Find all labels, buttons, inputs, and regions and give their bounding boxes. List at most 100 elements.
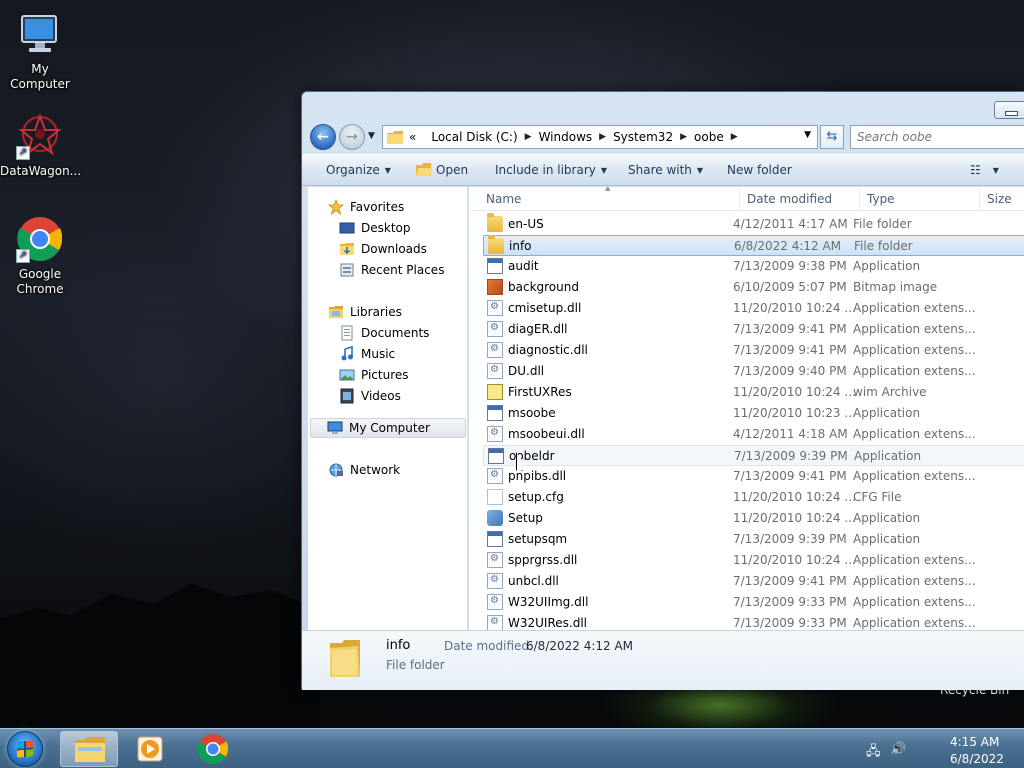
file-row[interactable]: W32UIImg.dll 7/13/2009 9:33 PM Application… bbox=[483, 592, 1024, 613]
file-type: Application extens... bbox=[853, 301, 976, 315]
breadcrumb-item-local-disk[interactable]: Local Disk (C:) bbox=[431, 130, 517, 144]
file-name: msoobeui.dll bbox=[508, 427, 585, 441]
file-name: FirstUXRes bbox=[508, 385, 572, 399]
recent-pages-dropdown[interactable]: ▼ bbox=[368, 131, 375, 141]
file-row[interactable]: spprgrss.dll 11/20/2010 10:24 ...Applicat… bbox=[483, 550, 1024, 571]
breadcrumb-item-system32[interactable]: System32 bbox=[613, 130, 673, 144]
file-row[interactable]: DU.dll 7/13/2009 9:40 PM Application exten… bbox=[483, 361, 1024, 382]
file-name: en-US bbox=[508, 217, 544, 231]
column-header-row: ▲ Name Date modified Type Size bbox=[469, 187, 1024, 211]
taskbar-explorer-button[interactable] bbox=[60, 731, 118, 767]
file-row[interactable]: unbcl.dll 7/13/2009 9:41 PM Application ex… bbox=[483, 571, 1024, 592]
open-button[interactable]: Open bbox=[416, 163, 468, 177]
breadcrumb-prefix[interactable]: « bbox=[409, 130, 416, 144]
file-row[interactable]: Setup 11/20/2010 10:24 ...Application 2 bbox=[483, 508, 1024, 529]
desktop-icon-datawagon[interactable]: ↗ DataWagon... bbox=[0, 112, 82, 179]
nav-item-my-computer[interactable]: My Computer bbox=[310, 418, 466, 438]
column-divider[interactable] bbox=[979, 187, 980, 211]
file-row[interactable]: audit 7/13/2009 9:38 PM Application bbox=[483, 256, 1024, 277]
file-type: Application extens... bbox=[853, 616, 976, 630]
chevron-right-icon[interactable]: ▶ bbox=[680, 132, 687, 142]
file-row[interactable]: setupsqm 7/13/2009 9:39 PM Application bbox=[483, 529, 1024, 550]
file-row[interactable]: diagER.dll 7/13/2009 9:41 PM Application e… bbox=[483, 319, 1024, 340]
file-row[interactable]: en-US 4/12/2011 4:17 AM File folder bbox=[483, 213, 1024, 235]
chrome-icon: ↗ bbox=[16, 215, 64, 263]
include-in-library-button[interactable]: Include in library ▼ bbox=[495, 163, 607, 177]
start-button[interactable] bbox=[7, 731, 43, 767]
file-date-modified: 7/13/2009 9:41 PM bbox=[733, 574, 847, 588]
dll-icon bbox=[487, 573, 503, 589]
file-row[interactable]: background 6/10/2009 5:07 PM Bitmap image 2… bbox=[483, 277, 1024, 298]
column-divider[interactable] bbox=[859, 187, 860, 211]
title-bar[interactable] bbox=[302, 92, 1024, 122]
taskbar: 🖧 🔊 4:15 AM 6/8/2022 bbox=[0, 728, 1024, 768]
organize-button[interactable]: Organize ▼ bbox=[326, 163, 391, 177]
minimize-button[interactable] bbox=[994, 101, 1024, 119]
new-folder-button[interactable]: New folder bbox=[727, 163, 792, 177]
nav-item-libraries[interactable]: Libraries bbox=[328, 302, 486, 322]
network-tray-icon[interactable]: 🖧 bbox=[866, 742, 881, 764]
column-header-type[interactable]: Type bbox=[867, 192, 895, 206]
column-header-date-modified[interactable]: Date modified bbox=[747, 192, 832, 206]
dll-icon bbox=[487, 363, 503, 379]
file-type: CFG File bbox=[853, 490, 902, 504]
file-name: background bbox=[508, 280, 579, 294]
share-with-label: Share with bbox=[628, 163, 692, 177]
breadcrumb-item-oobe[interactable]: oobe bbox=[694, 130, 724, 144]
search-input[interactable] bbox=[850, 125, 1024, 149]
file-row[interactable]: setup.cfg 11/20/2010 10:24 ... CFG File bbox=[483, 487, 1024, 508]
nav-item-network[interactable]: Network bbox=[328, 460, 486, 480]
file-date-modified: 7/13/2009 9:33 PM bbox=[733, 616, 847, 630]
taskbar-media-player-button[interactable] bbox=[122, 731, 180, 767]
clock-date[interactable]: 6/8/2022 bbox=[950, 752, 1004, 766]
share-with-button[interactable]: Share with ▼ bbox=[628, 163, 703, 177]
explorer-window: ← → ▼ « Local Disk (C:) ▶ Windows ▶ Syst… bbox=[301, 91, 1024, 690]
column-header-size[interactable]: Size bbox=[987, 192, 1012, 206]
chevron-right-icon[interactable]: ▶ bbox=[599, 132, 606, 142]
file-row[interactable]: cmisetup.dll 11/20/2010 10:24 ...Applicat… bbox=[483, 298, 1024, 319]
chevron-right-icon[interactable]: ▶ bbox=[731, 132, 738, 142]
nav-item-favorites[interactable]: Favorites bbox=[327, 197, 486, 217]
file-name: unbcl.dll bbox=[508, 574, 559, 588]
file-size: 2,30 bbox=[1011, 280, 1024, 294]
file-row[interactable]: W32UIRes.dll 7/13/2009 9:33 PM Application… bbox=[483, 613, 1024, 630]
file-date-modified: 11/20/2010 10:24 ... bbox=[733, 490, 856, 504]
nav-label: My Computer bbox=[349, 421, 430, 435]
nav-label: Desktop bbox=[361, 221, 411, 235]
desktop-icon-label: DataWagon... bbox=[0, 164, 82, 178]
videos-icon bbox=[339, 388, 355, 404]
file-row[interactable]: oobeldr 7/13/2009 9:39 PM Application bbox=[483, 445, 1024, 466]
navigation-row: ← → ▼ « Local Disk (C:) ▶ Windows ▶ Syst… bbox=[310, 124, 1024, 152]
file-row[interactable]: info 6/8/2022 4:12 AM File folder bbox=[483, 235, 1024, 256]
file-date-modified: 7/13/2009 9:40 PM bbox=[733, 364, 847, 378]
address-dropdown-icon[interactable]: ▼ bbox=[804, 130, 811, 140]
file-row[interactable]: diagnostic.dll 7/13/2009 9:41 PM Applicati… bbox=[483, 340, 1024, 361]
desktop-icon-google-chrome[interactable]: ↗ Google Chrome bbox=[0, 215, 80, 297]
change-view-button[interactable]: ☷ ▼ bbox=[970, 163, 999, 177]
file-row[interactable]: msoobe 11/20/2010 10:23 ... Application bbox=[483, 403, 1024, 424]
file-row[interactable]: msoobeui.dll 4/12/2011 4:18 AM Application… bbox=[483, 424, 1024, 445]
forward-button[interactable]: → bbox=[339, 124, 365, 150]
column-header-name[interactable]: Name bbox=[486, 192, 521, 206]
file-row[interactable]: pnpibs.dll 7/13/2009 9:41 PM Application e… bbox=[483, 466, 1024, 487]
desktop-icon-my-computer[interactable]: My Computer bbox=[0, 10, 80, 92]
refresh-button[interactable]: ⇆ bbox=[820, 125, 844, 149]
volume-tray-icon[interactable]: 🔊 bbox=[890, 742, 906, 757]
address-bar[interactable]: « Local Disk (C:) ▶ Windows ▶ System32 ▶… bbox=[382, 125, 818, 149]
nav-label: Network bbox=[350, 463, 401, 477]
nav-label: Recent Places bbox=[361, 263, 445, 277]
file-row[interactable]: FirstUXRes 11/20/2010 10:24 ... wim Archiv… bbox=[483, 382, 1024, 403]
dll-icon bbox=[487, 321, 503, 337]
details-modified-value: 6/8/2022 4:12 AM bbox=[526, 639, 634, 653]
dll-icon bbox=[487, 300, 503, 316]
clock-time[interactable]: 4:15 AM bbox=[950, 735, 999, 749]
media-player-icon bbox=[137, 736, 163, 762]
breadcrumb-item-windows[interactable]: Windows bbox=[539, 130, 593, 144]
chevron-right-icon[interactable]: ▶ bbox=[525, 132, 532, 142]
file-type: Bitmap image bbox=[853, 280, 938, 294]
column-divider[interactable] bbox=[739, 187, 740, 211]
back-button[interactable]: ← bbox=[310, 124, 336, 150]
file-name: W32UIRes.dll bbox=[508, 616, 587, 630]
file-type: Application extens... bbox=[853, 553, 976, 567]
taskbar-chrome-button[interactable] bbox=[184, 731, 242, 767]
